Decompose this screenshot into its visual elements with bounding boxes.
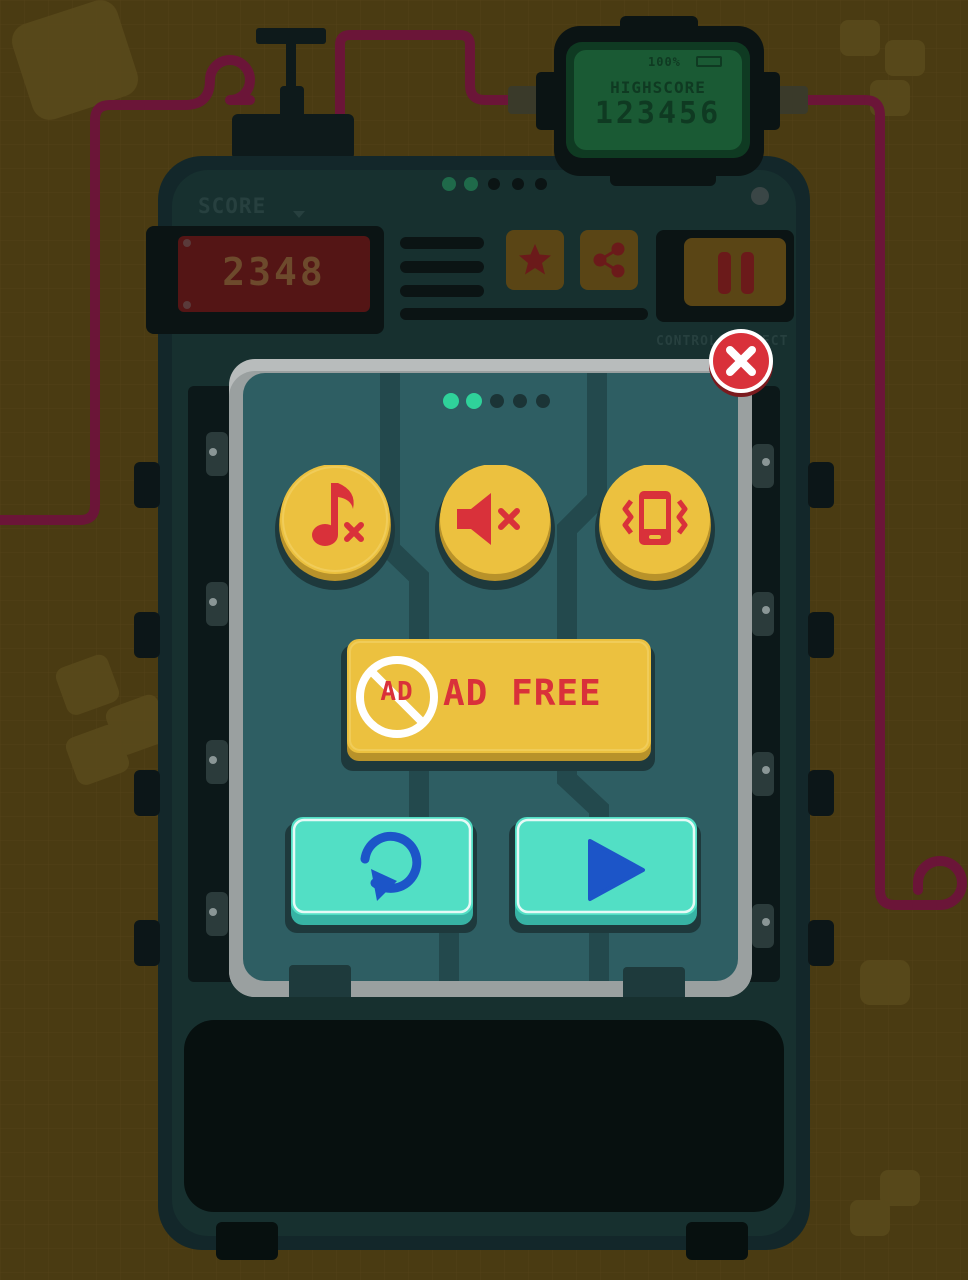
sound-toggle-button[interactable] [433,464,559,591]
machine-page-dots [440,176,560,192]
highscore-battery: 100% [648,55,681,69]
restart-button[interactable] [285,817,479,935]
share-button[interactable] [580,230,638,290]
close-button[interactable] [706,329,776,397]
ad-free-button[interactable]: AD AD FREE [341,639,659,773]
music-toggle-button[interactable] [273,464,399,591]
battery-icon [696,56,722,67]
vibration-toggle-button[interactable] [593,464,719,591]
share-icon [593,242,625,278]
score-value: 2348 [222,250,326,294]
highscore-label: HIGHSCORE [610,78,706,97]
star-icon [519,244,551,275]
rate-button[interactable] [506,230,564,290]
score-label: SCORE [198,194,267,218]
highscore-value: 123456 [594,96,722,131]
no-ads-badge-text: AD [380,677,414,707]
pause-icon [718,252,754,294]
play-button[interactable] [509,817,703,935]
popup-page-dots [441,392,553,410]
chevron-down-icon [292,204,306,223]
settings-popup: AD AD FREE [229,359,752,997]
pause-button[interactable] [684,238,786,306]
ad-free-label: AD FREE [443,673,602,714]
